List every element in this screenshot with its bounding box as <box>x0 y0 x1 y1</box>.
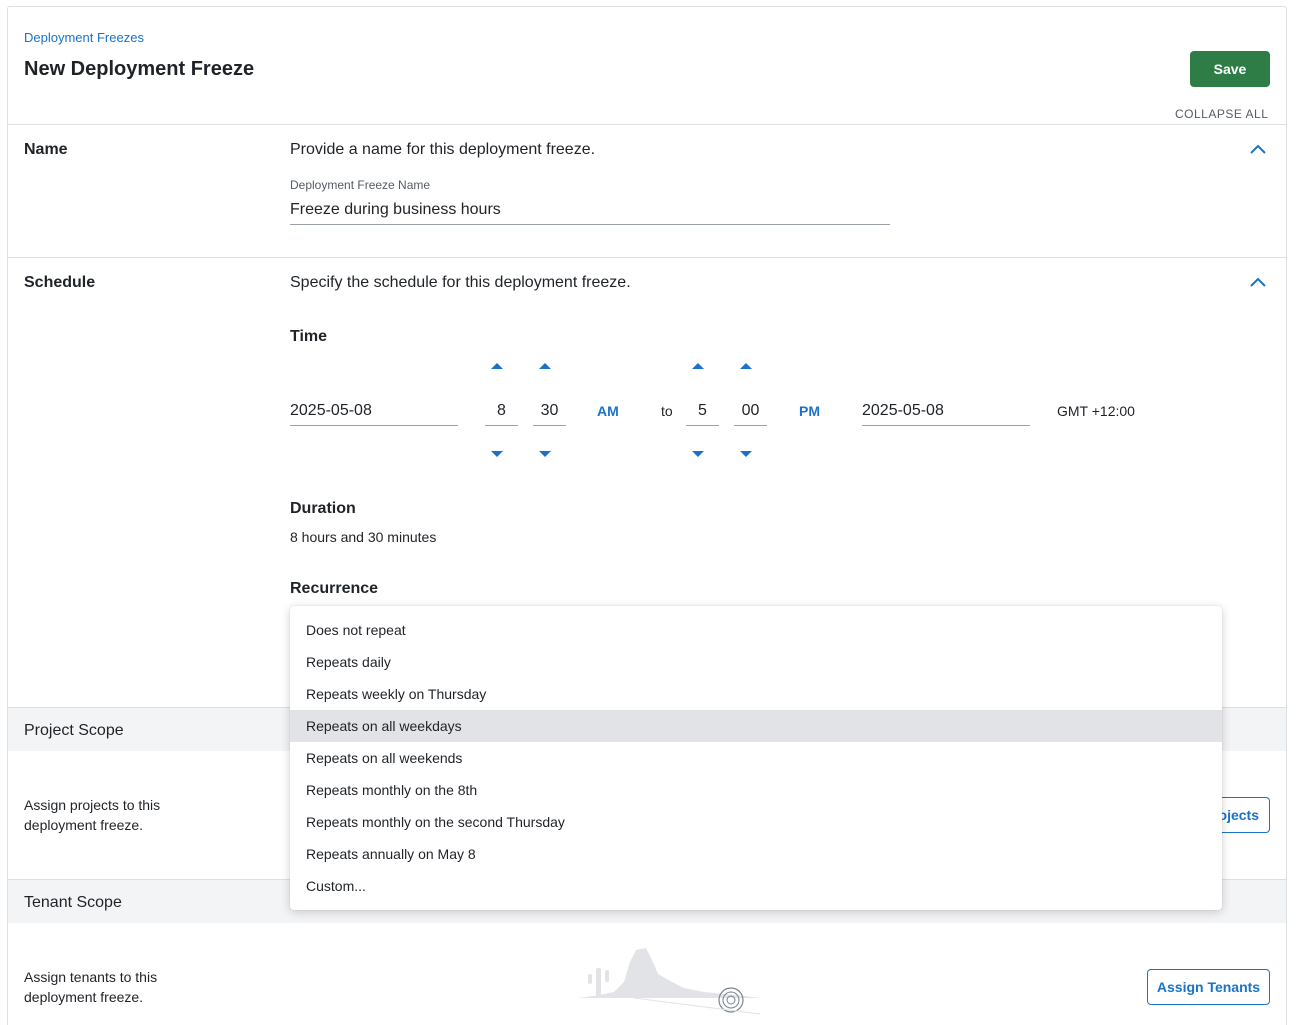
start-period-toggle[interactable]: AM <box>597 403 619 419</box>
duration-value: 8 hours and 30 minutes <box>290 529 437 545</box>
divider <box>8 124 1286 125</box>
duration-heading: Duration <box>290 500 356 517</box>
empty-state-illustration <box>578 948 761 1015</box>
end-minute-increment-icon[interactable] <box>739 362 753 370</box>
schedule-section-description: Specify the schedule for this deployment… <box>290 274 631 291</box>
start-hour-decrement-icon[interactable] <box>490 450 504 458</box>
start-hour-increment-icon[interactable] <box>490 362 504 370</box>
name-section-label: Name <box>24 141 68 158</box>
recurrence-heading: Recurrence <box>290 580 379 597</box>
timezone-label: GMT +12:00 <box>1057 403 1135 419</box>
save-button[interactable]: Save <box>1190 51 1270 87</box>
schedule-section-label: Schedule <box>24 274 96 291</box>
time-heading: Time <box>290 328 328 345</box>
breadcrumb-deployment-freezes[interactable]: Deployment Freezes <box>24 30 144 45</box>
freeze-name-input[interactable] <box>290 196 890 225</box>
end-date-input[interactable] <box>862 396 1030 426</box>
recurrence-option[interactable]: Does not repeat <box>290 614 1222 646</box>
page-title: New Deployment Freeze <box>24 58 255 80</box>
start-hour-input[interactable] <box>485 396 518 426</box>
tenant-scope-title: Tenant Scope <box>24 894 122 911</box>
recurrence-option[interactable]: Custom... <box>290 870 1222 902</box>
collapse-all-button[interactable]: COLLAPSE ALL <box>1175 107 1268 121</box>
start-date-input[interactable] <box>290 396 458 426</box>
recurrence-option[interactable]: Repeats monthly on the second Thursday <box>290 806 1222 838</box>
end-minute-decrement-icon[interactable] <box>739 450 753 458</box>
chevron-up-icon[interactable] <box>1248 275 1268 289</box>
end-hour-increment-icon[interactable] <box>691 362 705 370</box>
chevron-up-icon[interactable] <box>1248 142 1268 156</box>
project-scope-title: Project Scope <box>24 722 124 739</box>
start-minute-input[interactable] <box>533 396 566 426</box>
recurrence-option[interactable]: Repeats annually on May 8 <box>290 838 1222 870</box>
project-scope-description: Assign projects to this deployment freez… <box>24 797 161 833</box>
recurrence-option-highlighted[interactable]: Repeats on all weekdays <box>290 710 1222 742</box>
end-minute-input[interactable] <box>734 396 767 426</box>
recurrence-option[interactable]: Repeats on all weekends <box>290 742 1222 774</box>
end-period-toggle[interactable]: PM <box>799 403 820 419</box>
freeze-name-field-label: Deployment Freeze Name <box>290 178 431 192</box>
recurrence-option[interactable]: Repeats weekly on Thursday <box>290 678 1222 710</box>
end-hour-input[interactable] <box>686 396 719 426</box>
to-label: to <box>661 403 673 419</box>
divider <box>8 257 1286 258</box>
tenant-scope-description: Assign tenants to this deployment freeze… <box>24 969 158 1005</box>
recurrence-dropdown-menu[interactable]: Does not repeat Repeats daily Repeats we… <box>290 606 1222 910</box>
end-hour-decrement-icon[interactable] <box>691 450 705 458</box>
recurrence-option[interactable]: Repeats daily <box>290 646 1222 678</box>
name-section-description: Provide a name for this deployment freez… <box>290 141 596 158</box>
start-minute-decrement-icon[interactable] <box>538 450 552 458</box>
start-minute-increment-icon[interactable] <box>538 362 552 370</box>
assign-tenants-button[interactable]: Assign Tenants <box>1147 969 1270 1005</box>
recurrence-option[interactable]: Repeats monthly on the 8th <box>290 774 1222 806</box>
